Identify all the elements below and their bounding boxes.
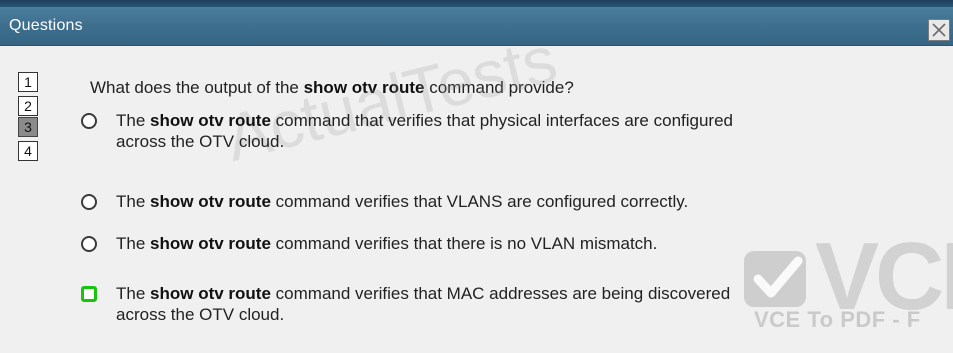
question-nav-4[interactable]: 4: [18, 141, 38, 161]
option-4-command: show otv route: [150, 284, 271, 303]
questions-window: Questions 1 2 3 4 What does the output o…: [0, 0, 953, 353]
question-nav-1[interactable]: 1: [18, 72, 38, 92]
option-1-text[interactable]: The show otv route command that verifies…: [116, 110, 733, 152]
option-3-text[interactable]: The show otv route command verifies that…: [116, 233, 657, 254]
option-1-command: show otv route: [150, 111, 271, 130]
option-2-text[interactable]: The show otv route command verifies that…: [116, 191, 688, 212]
question-command: show otv route: [303, 78, 425, 97]
vce-logo-watermark: [744, 251, 806, 307]
question-nav-2[interactable]: 2: [18, 96, 38, 116]
option-4-line2: across the OTV cloud.: [116, 305, 285, 324]
question-text: What does the output of the show otv rou…: [90, 78, 574, 98]
top-border: [0, 0, 953, 7]
close-button[interactable]: [928, 19, 950, 41]
option-3-command: show otv route: [150, 234, 271, 253]
option-4-pre: The: [116, 284, 151, 303]
option-1-line1: command that verifies that physical inte…: [270, 111, 734, 130]
option-2-pre: The: [116, 192, 151, 211]
option-1-radio[interactable]: [81, 113, 97, 129]
vce-watermark-text: VCI: [815, 223, 953, 330]
option-4-correct-marker[interactable]: [81, 286, 97, 302]
option-3-pre: The: [116, 234, 151, 253]
option-2-line1: command verifies that VLANS are configur…: [270, 192, 689, 211]
option-4-text[interactable]: The show otv route command verifies that…: [116, 283, 730, 325]
option-2-radio[interactable]: [81, 194, 97, 210]
question-prefix: What does the output of the: [90, 78, 304, 97]
close-icon: [932, 23, 946, 37]
option-1-line2: across the OTV cloud.: [116, 132, 285, 151]
question-suffix: command provide?: [424, 78, 574, 97]
option-3-radio[interactable]: [81, 236, 97, 252]
option-4-line1: command verifies that MAC addresses are …: [270, 284, 731, 303]
window-title: Questions: [9, 17, 83, 34]
option-1-pre: The: [116, 111, 151, 130]
question-nav-3[interactable]: 3: [18, 117, 38, 137]
option-3-line1: command verifies that there is no VLAN m…: [270, 234, 658, 253]
option-2-command: show otv route: [150, 192, 271, 211]
title-bar: Questions: [0, 7, 953, 46]
